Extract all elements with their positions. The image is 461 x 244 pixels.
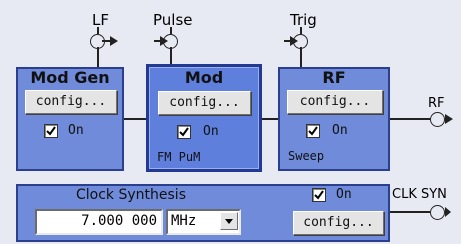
mod-block[interactable]: Mod config... On FM PuM bbox=[146, 64, 262, 172]
pulse-port-connector[interactable] bbox=[154, 27, 194, 68]
mod-gen-on-label: On bbox=[68, 123, 84, 138]
checkmark-icon bbox=[314, 190, 324, 200]
clock-unit-select[interactable]: MHz bbox=[166, 209, 241, 235]
mod-to-rf-line bbox=[262, 118, 278, 120]
rf-port-label: RF bbox=[428, 96, 445, 111]
rf-output-connector[interactable] bbox=[390, 110, 461, 132]
rf-title: RF bbox=[322, 68, 346, 87]
arrow-right-icon bbox=[160, 36, 168, 46]
mod-title: Mod bbox=[184, 68, 224, 87]
clock-unit-value: MHz bbox=[171, 213, 197, 229]
mod-gen-on-checkbox[interactable] bbox=[44, 124, 58, 138]
mod-on-label: On bbox=[203, 124, 219, 139]
checkmark-icon bbox=[308, 126, 318, 136]
mod-gen-to-mod-line bbox=[124, 118, 146, 120]
arrow-right-icon bbox=[110, 36, 118, 46]
mod-active-modulations: FM PuM bbox=[157, 150, 201, 164]
rf-on-checkbox[interactable] bbox=[306, 124, 320, 138]
clock-synthesis-block[interactable]: Clock Synthesis On 7.000 000 MHz config.… bbox=[16, 184, 390, 242]
rf-block[interactable]: RF config... On Sweep bbox=[278, 67, 390, 171]
lf-port-label: LF bbox=[92, 11, 109, 29]
chevron-down-icon[interactable] bbox=[220, 212, 238, 230]
checkmark-icon bbox=[46, 126, 56, 136]
mod-on-checkbox[interactable] bbox=[177, 125, 191, 139]
pulse-port-label: Pulse bbox=[153, 11, 193, 29]
checkmark-icon bbox=[179, 127, 189, 137]
rf-config-button[interactable]: config... bbox=[287, 90, 383, 114]
clock-synthesis-title: Clock Synthesis bbox=[76, 187, 186, 203]
clock-on-label: On bbox=[336, 187, 352, 202]
mod-gen-block[interactable]: Mod Gen config... On bbox=[16, 67, 124, 171]
rf-on-label: On bbox=[332, 123, 348, 138]
trig-port-label: Trig bbox=[290, 11, 317, 29]
trig-port-connector[interactable] bbox=[284, 27, 324, 68]
mod-gen-title: Mod Gen bbox=[30, 68, 110, 87]
arrow-right-icon bbox=[445, 114, 453, 124]
rf-sweep-label: Sweep bbox=[288, 149, 325, 163]
clk-syn-port-label: CLK SYN bbox=[392, 187, 447, 202]
clk-syn-output-connector[interactable] bbox=[390, 203, 461, 225]
arrow-right-icon bbox=[290, 36, 298, 46]
arrow-right-icon bbox=[445, 207, 451, 217]
clock-config-button[interactable]: config... bbox=[293, 211, 384, 235]
mod-gen-config-button[interactable]: config... bbox=[25, 90, 117, 114]
clock-on-checkbox[interactable] bbox=[312, 188, 326, 202]
clock-frequency-input[interactable]: 7.000 000 bbox=[35, 209, 163, 235]
mod-config-button[interactable]: config... bbox=[158, 91, 251, 115]
lf-port-connector[interactable] bbox=[84, 27, 124, 68]
